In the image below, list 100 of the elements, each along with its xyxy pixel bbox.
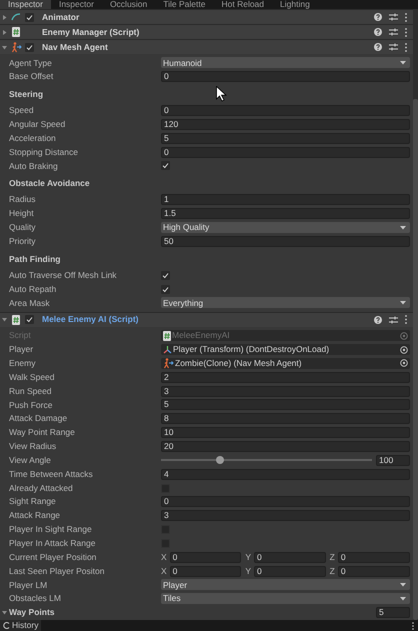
- number-field[interactable]: 0: [161, 105, 410, 116]
- dropdown[interactable]: High Quality: [161, 222, 410, 234]
- number-field[interactable]: 0: [161, 496, 410, 508]
- component-header[interactable]: Nav Mesh Agent: [0, 39, 413, 54]
- property-label: Run Speed: [9, 384, 52, 398]
- number-field[interactable]: 4: [161, 468, 410, 480]
- property-label: Attack Damage: [9, 412, 68, 426]
- window-tab[interactable]: Occlusion: [102, 0, 156, 9]
- dropdown-caret-icon: [400, 300, 406, 305]
- expand-arrow-icon[interactable]: [2, 14, 7, 20]
- slider-thumb[interactable]: [216, 456, 224, 464]
- dropdown-caret-icon: [400, 582, 406, 587]
- section-heading: Steering: [9, 88, 44, 101]
- property-label: Quality: [9, 221, 36, 234]
- checkbox[interactable]: [161, 284, 170, 294]
- number-field[interactable]: 3: [161, 510, 410, 522]
- object-field[interactable]: Zombie(Clone) (Nav Mesh Agent): [161, 358, 410, 369]
- property-label: Base Offset: [9, 70, 54, 84]
- window-tab[interactable]: Inspector: [50, 0, 102, 9]
- object-field[interactable]: Player (Transform) (DontDestroyOnLoad): [161, 344, 410, 356]
- number-field[interactable]: 5: [161, 399, 410, 410]
- window-tab[interactable]: Hot Reload: [213, 0, 272, 9]
- property-label: Last Seen Player Positon: [9, 564, 104, 578]
- number-field[interactable]: 20: [161, 440, 410, 452]
- dropdown[interactable]: Tiles: [161, 593, 410, 604]
- axis-label: Y: [245, 564, 251, 578]
- mouse-cursor-icon: [216, 86, 227, 102]
- checkbox[interactable]: [25, 315, 34, 324]
- number-field[interactable]: 0: [254, 566, 326, 577]
- property-label: Acceleration: [9, 132, 56, 145]
- number-field[interactable]: 0: [170, 566, 242, 577]
- number-field[interactable]: 0: [338, 566, 410, 577]
- presets-icon[interactable]: [389, 43, 398, 51]
- component-title[interactable]: Melee Enemy AI (Script): [42, 313, 370, 326]
- property-label: Attack Range: [9, 509, 60, 522]
- component-header[interactable]: Animator: [0, 9, 413, 24]
- dropdown[interactable]: Humanoid: [161, 57, 410, 68]
- collapse-arrow-icon[interactable]: [2, 317, 7, 322]
- help-icon[interactable]: [374, 43, 382, 51]
- property-label: Auto Braking: [9, 160, 58, 172]
- checkbox[interactable]: [161, 161, 170, 170]
- collapse-arrow-icon[interactable]: [2, 44, 7, 50]
- checkbox[interactable]: [161, 270, 170, 280]
- history-tab[interactable]: History: [0, 620, 42, 631]
- property-label: Radius: [9, 193, 36, 206]
- collapse-arrow-icon[interactable]: [2, 610, 7, 616]
- number-field[interactable]: 120: [161, 118, 410, 130]
- number-field[interactable]: 1: [161, 194, 410, 206]
- number-field[interactable]: 8: [161, 413, 410, 424]
- number-field[interactable]: 1.5: [161, 208, 410, 220]
- property-label: Auto Repath: [9, 282, 56, 296]
- scrollbar[interactable]: [413, 9, 418, 620]
- walking-figure-icon: [10, 42, 22, 52]
- number-field[interactable]: 0: [338, 552, 410, 563]
- walking-figure-icon: [163, 358, 174, 369]
- property-label: Auto Traverse Off Mesh Link: [9, 268, 117, 282]
- dropdown-caret-icon: [400, 60, 406, 65]
- component-title[interactable]: Nav Mesh Agent: [42, 40, 370, 54]
- axis-label: X: [161, 550, 167, 564]
- number-field[interactable]: 50: [161, 236, 410, 247]
- help-icon[interactable]: [374, 28, 382, 36]
- number-field[interactable]: 0: [254, 552, 326, 563]
- section-heading: Obstacle Avoidance: [9, 177, 90, 190]
- help-icon[interactable]: [374, 13, 382, 21]
- number-field[interactable]: 0: [161, 71, 410, 82]
- component-title[interactable]: Enemy Manager (Script): [42, 26, 370, 38]
- number-field[interactable]: 3: [161, 386, 410, 397]
- property-label: Sight Range: [9, 495, 56, 508]
- help-icon[interactable]: [374, 316, 382, 324]
- presets-icon[interactable]: [389, 13, 398, 21]
- dropdown-caret-icon: [400, 596, 406, 601]
- presets-icon[interactable]: [389, 316, 398, 324]
- foldout-label[interactable]: Way Points: [9, 606, 54, 619]
- number-field[interactable]: 5: [161, 132, 410, 144]
- slider-track[interactable]: [161, 459, 372, 462]
- component-title[interactable]: Animator: [42, 10, 370, 24]
- number-field[interactable]: 0: [161, 146, 410, 158]
- component-header[interactable]: Enemy Manager (Script): [0, 24, 413, 39]
- number-field[interactable]: 100: [376, 454, 410, 466]
- property-label: Area Mask: [9, 296, 50, 310]
- component-header[interactable]: Melee Enemy AI (Script): [0, 312, 413, 327]
- count-field[interactable]: 5: [376, 607, 410, 618]
- number-field[interactable]: 10: [161, 427, 410, 438]
- window-tab[interactable]: Lighting: [272, 0, 318, 9]
- expand-arrow-icon[interactable]: [2, 30, 7, 34]
- checkbox[interactable]: [25, 42, 34, 52]
- number-field[interactable]: 0: [170, 552, 242, 563]
- axis-label: Z: [330, 550, 335, 564]
- script-icon: [12, 314, 20, 325]
- section-heading: Path Finding: [9, 252, 60, 266]
- number-field[interactable]: 2: [161, 372, 410, 383]
- dropdown[interactable]: Everything: [161, 297, 410, 308]
- property-label: Push Force: [9, 398, 52, 412]
- property-label: Player In Sight Range: [9, 523, 92, 536]
- checkbox[interactable]: [25, 12, 34, 22]
- dropdown[interactable]: Player: [161, 579, 410, 590]
- property-label: Player: [9, 343, 34, 356]
- presets-icon[interactable]: [389, 28, 398, 36]
- window-tab[interactable]: Tile Palette: [155, 0, 214, 9]
- window-tab[interactable]: Inspector: [0, 0, 51, 9]
